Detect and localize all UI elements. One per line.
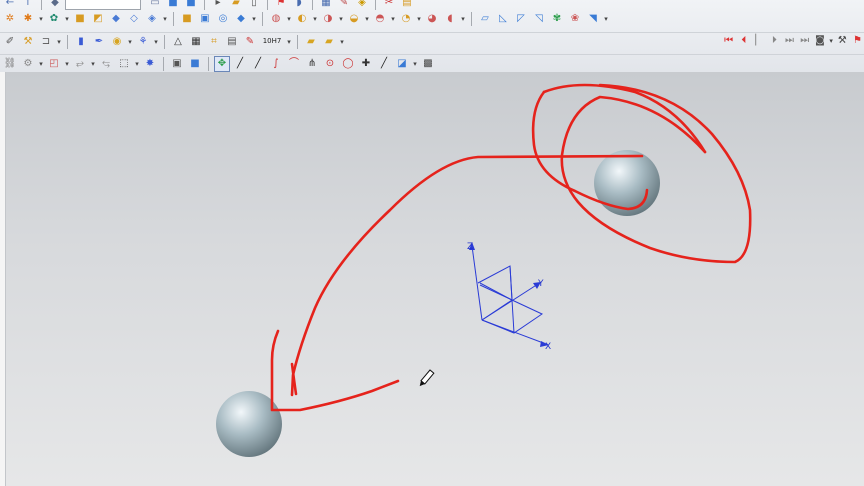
datum-csys-triad[interactable]: Z Y X	[467, 242, 551, 352]
axis-label-z: Z	[467, 242, 473, 252]
sphere-body-top-right[interactable]	[594, 150, 660, 216]
red-freehand-annotation	[270, 83, 752, 412]
axis-label-x: X	[545, 342, 551, 352]
axis-label-y: Y	[537, 279, 544, 289]
pencil-cursor-icon	[419, 369, 435, 387]
scene-overlay: Z Y X	[216, 83, 752, 457]
